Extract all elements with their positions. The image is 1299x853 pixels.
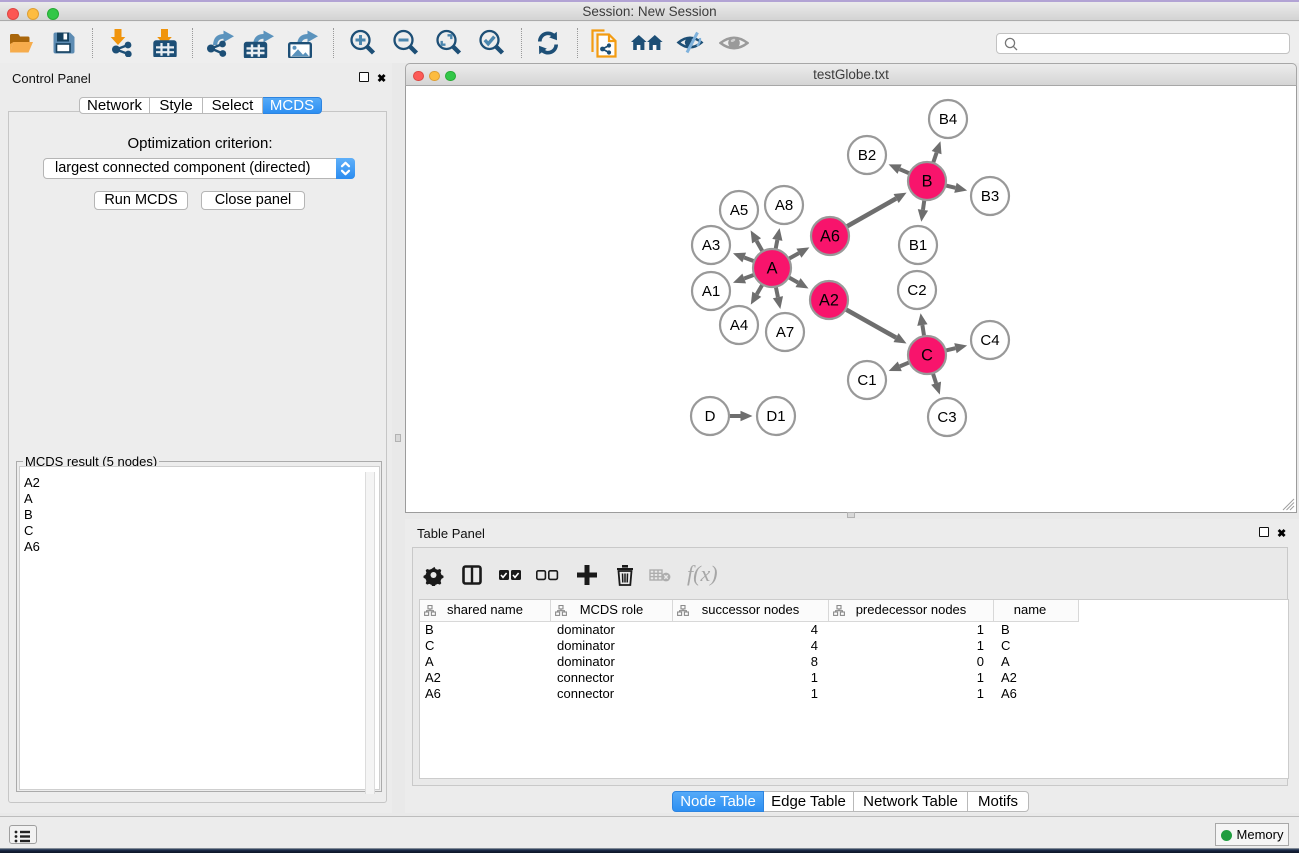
svg-text:B1: B1	[909, 237, 927, 254]
svg-text:D: D	[705, 408, 716, 425]
svg-text:C4: C4	[980, 332, 999, 349]
svg-text:A2: A2	[819, 292, 839, 310]
svg-text:B4: B4	[939, 111, 957, 128]
svg-text:B2: B2	[858, 147, 876, 164]
svg-text:B3: B3	[981, 188, 999, 205]
svg-text:A8: A8	[775, 197, 793, 214]
svg-text:D1: D1	[766, 408, 785, 425]
svg-text:C2: C2	[907, 282, 926, 299]
svg-text:A: A	[767, 260, 778, 278]
svg-text:C1: C1	[857, 372, 876, 389]
svg-text:A5: A5	[730, 202, 748, 219]
svg-text:A1: A1	[702, 283, 720, 300]
svg-text:A6: A6	[820, 228, 840, 246]
svg-text:A7: A7	[776, 324, 794, 341]
svg-text:A4: A4	[730, 317, 748, 334]
svg-text:C3: C3	[937, 409, 956, 426]
svg-text:B: B	[922, 173, 933, 191]
svg-text:C: C	[921, 347, 933, 365]
svg-text:A3: A3	[702, 237, 720, 254]
